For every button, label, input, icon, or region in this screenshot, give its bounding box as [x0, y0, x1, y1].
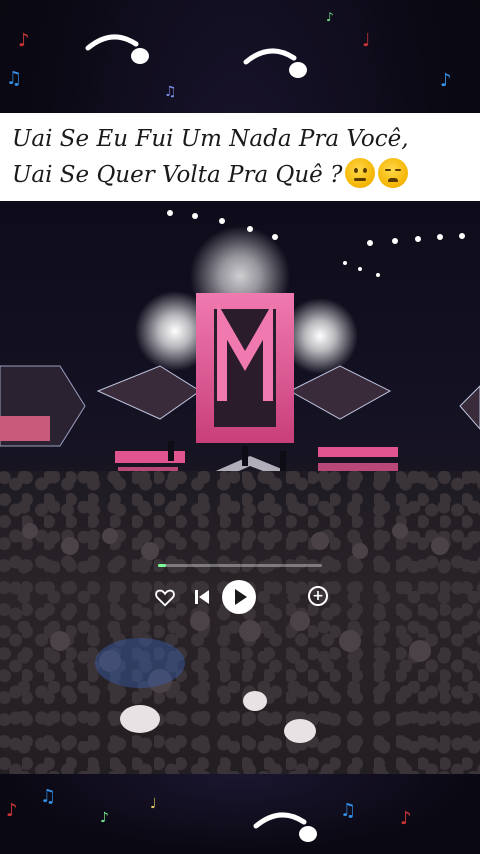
playback-progress-bar[interactable] [158, 564, 322, 567]
note-sparkle-icon: ♩ [362, 30, 371, 51]
note-sparkle-icon: ♪ [6, 800, 18, 821]
player-controls: + [150, 580, 330, 616]
caption-line-1: Uai Se Eu Fui Um Nada Pra Você, [12, 126, 409, 152]
add-icon[interactable]: + [308, 586, 328, 606]
reel-page: ♪ ♫ ♩ ♪ ♫ ♪ Uai Se Eu Fui Um Nada Pra Vo… [0, 0, 480, 854]
caption-line-2-text: Uai Se Quer Volta Pra Quê ? [12, 162, 343, 188]
play-icon [235, 589, 247, 605]
note-sparkle-icon: ♫ [164, 84, 177, 100]
music-note-logo-icon [85, 34, 149, 64]
heart-icon[interactable] [154, 586, 176, 608]
note-sparkle-icon: ♩ [150, 796, 157, 812]
music-note-logo-icon [253, 812, 317, 842]
note-sparkle-icon: ♪ [18, 30, 30, 51]
note-sparkle-icon: ♪ [440, 70, 452, 91]
note-sparkle-icon: ♪ [326, 10, 334, 24]
note-sparkle-icon: ♫ [340, 800, 357, 821]
play-button[interactable] [222, 580, 256, 614]
crowd [0, 471, 480, 774]
music-note-logo-icon [243, 48, 307, 78]
note-sparkle-icon: ♪ [100, 810, 109, 826]
weary-face-icon [378, 158, 409, 188]
note-sparkle-icon: ♫ [6, 68, 23, 89]
caption-box: Uai Se Eu Fui Um Nada Pra Você, Uai Se Q… [0, 113, 480, 201]
concert-video[interactable] [0, 201, 480, 774]
caption-line-2: Uai Se Quer Volta Pra Quê ? [12, 157, 468, 193]
note-sparkle-icon: ♪ [400, 808, 412, 829]
note-sparkle-icon: ♫ [40, 786, 57, 807]
playback-progress-fill [158, 564, 167, 567]
thinking-face-icon [345, 158, 376, 188]
skip-previous-icon[interactable] [194, 588, 210, 606]
